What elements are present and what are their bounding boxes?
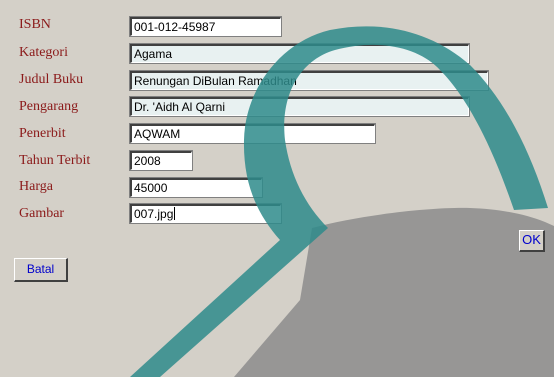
kategori-field[interactable]: Agama: [129, 43, 470, 64]
judul-buku-label: Judul Buku: [19, 72, 84, 87]
watermark-gray-shape: [234, 207, 554, 377]
harga-field[interactable]: 45000: [129, 177, 263, 198]
ok-button[interactable]: OK: [519, 230, 545, 252]
pengarang-label: Pengarang: [19, 99, 79, 114]
gambar-field[interactable]: 007.jpg: [129, 203, 282, 224]
isbn-field[interactable]: 001-012-45987: [129, 16, 282, 37]
kategori-label: Kategori: [19, 45, 68, 60]
text-caret: [174, 207, 176, 220]
isbn-label: ISBN: [19, 17, 51, 32]
harga-label: Harga: [19, 179, 53, 194]
tahun-terbit-label: Tahun Terbit: [19, 153, 91, 168]
penerbit-field[interactable]: AQWAM: [129, 123, 376, 144]
cancel-button[interactable]: Batal: [14, 258, 68, 282]
pengarang-field[interactable]: Dr. 'Aidh Al Qarni: [129, 96, 470, 117]
tahun-terbit-field[interactable]: 2008: [129, 150, 193, 171]
gambar-label: Gambar: [19, 206, 65, 221]
book-entry-form: ISBN 001-012-45987 Kategori Agama Judul …: [0, 0, 554, 377]
penerbit-label: Penerbit: [19, 126, 66, 141]
judul-buku-field[interactable]: Renungan DiBulan Ramadhan: [129, 70, 489, 91]
gambar-value: 007.jpg: [134, 207, 174, 221]
